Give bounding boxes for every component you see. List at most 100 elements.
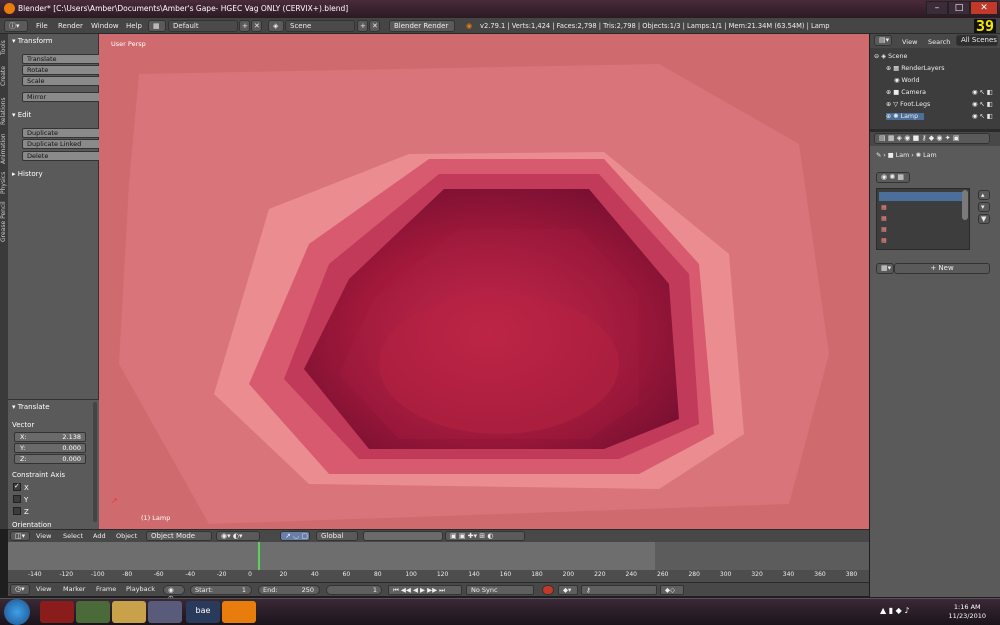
taskbar-app-icon[interactable]: [76, 601, 110, 623]
visibility-icons[interactable]: ◉ ↖ ◧: [972, 113, 993, 120]
texture-slot-list[interactable]: ▦ ▦ ▦ ▦: [876, 188, 970, 250]
menu-help[interactable]: Help: [126, 22, 142, 30]
mode-select[interactable]: Object Mode: [146, 531, 212, 541]
panel-history-header[interactable]: ▸ History: [12, 170, 43, 178]
tray-icons[interactable]: ▲ ▮ ◆ ♪: [880, 606, 909, 615]
keying-set-field[interactable]: ⚷: [581, 585, 657, 595]
layers-grid[interactable]: [363, 531, 443, 541]
delete-button[interactable]: Delete: [22, 151, 102, 161]
menu-file[interactable]: File: [36, 22, 48, 30]
menu-view[interactable]: View: [36, 532, 51, 540]
taskbar-app-bae[interactable]: bae: [186, 601, 220, 623]
outliner-item-camera[interactable]: ⊕ ■ Camera: [886, 89, 926, 96]
scene-icon[interactable]: ◈: [268, 20, 284, 32]
vector-y-field[interactable]: Y: 0.000: [14, 443, 86, 453]
texture-browse-icon[interactable]: ▦▾: [876, 263, 894, 274]
layout-add-icon[interactable]: +: [239, 20, 250, 32]
tl-menu-view[interactable]: View: [36, 585, 51, 593]
shading-select[interactable]: ◉▾ ◐▾: [216, 531, 260, 541]
transform-orientation-select[interactable]: Global: [316, 531, 358, 541]
editor-type-icon[interactable]: ⓘ▾: [4, 20, 28, 32]
visibility-icons[interactable]: ◉ ↖ ◧: [972, 89, 993, 96]
scene-remove-icon[interactable]: ✕: [369, 20, 380, 32]
panel-edit-header[interactable]: ▾ Edit: [12, 111, 31, 119]
slot-move-up-button[interactable]: ▴: [978, 190, 990, 200]
constraint-y-checkbox[interactable]: [13, 495, 21, 503]
operator-scrollbar[interactable]: [93, 402, 97, 522]
timeline-editor-icon[interactable]: ◷▾: [10, 584, 30, 595]
texture-slot-selected[interactable]: [879, 192, 965, 201]
tl-menu-marker[interactable]: Marker: [63, 585, 85, 593]
end-frame-field[interactable]: End: 250: [258, 585, 320, 595]
panel-transform-header[interactable]: ▾ Transform: [12, 37, 53, 45]
taskbar-app-icon[interactable]: [148, 601, 182, 623]
preview-range-toggle[interactable]: ◉ ◷: [163, 585, 185, 602]
tl-menu-playback[interactable]: Playback: [126, 585, 155, 593]
texture-context-tabs[interactable]: ◉ ✺ ▦: [876, 172, 910, 183]
scale-button[interactable]: Scale: [22, 76, 102, 86]
minimize-button[interactable]: –: [926, 1, 948, 15]
outliner-menu-view[interactable]: View: [902, 38, 917, 46]
menu-add[interactable]: Add: [93, 532, 106, 540]
rotate-button[interactable]: Rotate: [22, 65, 102, 75]
outliner-display-select[interactable]: All Scenes: [956, 35, 998, 46]
menu-select[interactable]: Select: [63, 532, 83, 540]
mirror-button[interactable]: Mirror: [22, 92, 102, 102]
slot-menu-button[interactable]: ▼: [978, 214, 990, 224]
tab-tools[interactable]: Tools: [0, 38, 8, 58]
scene-add-icon[interactable]: +: [357, 20, 368, 32]
constraint-x-checkbox[interactable]: ✓: [13, 482, 21, 491]
3d-viewport[interactable]: User Persp ↗ (1) Lamp: [99, 34, 869, 529]
menu-window[interactable]: Window: [91, 22, 119, 30]
outliner-item-foot-legs[interactable]: ⊕ ▽ Foot.Legs: [886, 101, 930, 108]
outliner-item-scene[interactable]: ⊖ ◈ Scene: [874, 53, 907, 60]
translate-button[interactable]: Translate: [22, 54, 102, 64]
properties-context-tabs[interactable]: ▤ ▦ ◈ ◉ ■ ⚷ ◆ ◉ ✦ ▣: [874, 133, 990, 144]
tab-grease-pencil[interactable]: Grease Pencil: [0, 200, 8, 244]
scene-field[interactable]: Scene: [285, 20, 355, 32]
playback-controls[interactable]: ⏮ ◀◀ ◀ ▶ ▶▶ ⏭: [388, 585, 462, 595]
timeline[interactable]: -140 -120 -100 -80 -60 -40 -20 0 20 40 60 80 100 120 1…: [8, 542, 869, 582]
start-frame-field[interactable]: Start: 1: [190, 585, 252, 595]
operator-header[interactable]: ▾ Translate: [12, 403, 50, 411]
maximize-button[interactable]: □: [948, 1, 970, 15]
tl-menu-frame[interactable]: Frame: [96, 585, 116, 593]
visibility-icons[interactable]: ◉ ↖ ◧: [972, 101, 993, 108]
vector-x-field[interactable]: X: 2.138: [14, 432, 86, 442]
vector-z-field[interactable]: Z: 0.000: [14, 454, 86, 464]
system-clock[interactable]: 1:16 AM 11/23/2010: [949, 603, 986, 621]
insert-keyframe-icons[interactable]: ◆◇: [660, 585, 684, 595]
layout-field[interactable]: Default: [168, 20, 238, 32]
close-button[interactable]: ✕: [970, 1, 998, 15]
duplicate-linked-button[interactable]: Duplicate Linked: [22, 139, 102, 149]
outliner-item-lamp[interactable]: ⊕ ✺ Lamp: [886, 113, 925, 120]
layout-remove-icon[interactable]: ✕: [251, 20, 262, 32]
menu-render[interactable]: Render: [58, 22, 83, 30]
snap-tools[interactable]: ▣ ▣ ✚▾ ⊞ ◐: [445, 531, 525, 541]
menu-object[interactable]: Object: [116, 532, 137, 540]
slot-list-scrollbar[interactable]: [962, 190, 968, 220]
outliner-item-world[interactable]: ◉ World: [894, 77, 920, 84]
tab-relations[interactable]: Relations: [0, 94, 8, 128]
folder-icon[interactable]: [112, 601, 146, 623]
tab-physics[interactable]: Physics: [0, 170, 8, 196]
duplicate-button[interactable]: Duplicate: [22, 128, 102, 138]
manipulator-icons[interactable]: ↗ ◡ ▢: [280, 531, 310, 541]
current-frame-field[interactable]: 1: [326, 585, 382, 595]
tab-animation[interactable]: Animation: [0, 132, 8, 166]
outliner-menu-search[interactable]: Search: [928, 38, 950, 46]
record-button[interactable]: [542, 585, 554, 595]
layout-icon[interactable]: ▦: [148, 20, 166, 32]
new-texture-button[interactable]: + New: [894, 263, 990, 274]
outliner-item-renderlayers[interactable]: ⊕ ▦ RenderLayers: [886, 65, 945, 72]
tab-create[interactable]: Create: [0, 64, 8, 88]
keying-icon[interactable]: ◆▾: [558, 585, 578, 595]
timeline-playhead[interactable]: [258, 542, 260, 570]
outliner-editor-icon[interactable]: ▤▾: [874, 35, 892, 46]
slot-move-down-button[interactable]: ▾: [978, 202, 990, 212]
start-button[interactable]: [4, 599, 30, 625]
render-engine-select[interactable]: Blender Render: [389, 20, 455, 32]
taskbar-app-icon[interactable]: [40, 601, 74, 623]
constraint-z-checkbox[interactable]: [13, 507, 21, 515]
view3d-editor-icon[interactable]: ◫▾: [10, 531, 30, 541]
